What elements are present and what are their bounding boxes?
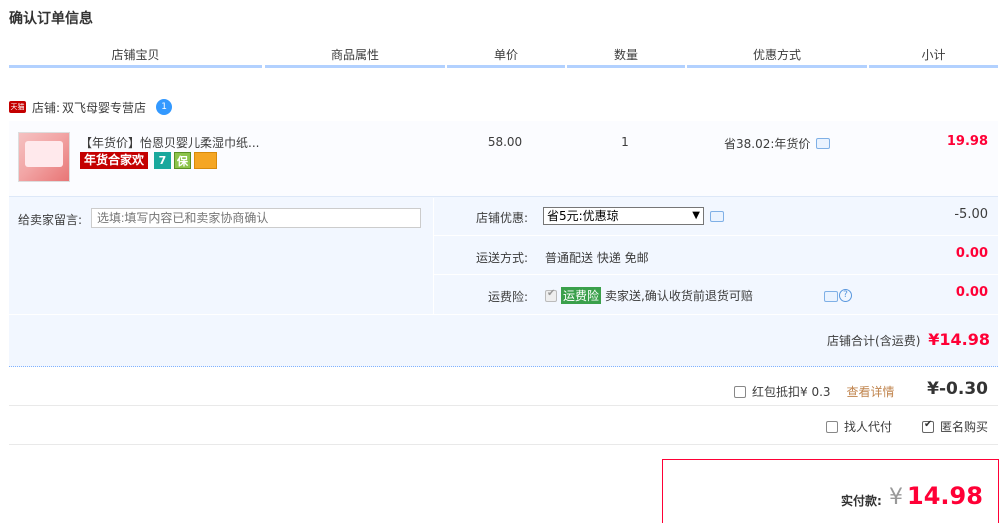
shop-discount-amount: -5.00	[954, 207, 988, 222]
proxy-pay-checkbox[interactable]	[826, 420, 838, 433]
card-payment-icon[interactable]	[194, 152, 217, 169]
panel-row-divider	[434, 235, 998, 236]
proxy-pay-option[interactable]: 找人代付	[826, 418, 892, 435]
payment-amount-wrap: ¥14.98	[889, 482, 983, 510]
insurance-info-icon[interactable]	[824, 291, 838, 302]
table-header: 店铺宝贝 商品属性 单价 数量 优惠方式 小计	[9, 44, 998, 68]
shipping-value: 普通配送 快递 免邮	[545, 251, 649, 265]
shop-discount-selected: 省5元:优惠琼	[547, 209, 619, 223]
insurance-tag: 运费险	[561, 287, 602, 304]
discount-text: 省38.02:年货价	[724, 137, 811, 151]
shipping-label: 运送方式:	[475, 251, 528, 265]
shop-discount-info-icon[interactable]	[710, 211, 724, 222]
payment-amount: 14.98	[907, 482, 983, 510]
divider	[9, 405, 998, 406]
payment-summary-box: 实付款: ¥14.98	[662, 459, 999, 523]
panel-row-divider	[9, 314, 998, 315]
shipping-amount: 0.00	[955, 246, 988, 261]
red-packet-detail-link[interactable]: 查看详情	[847, 383, 895, 400]
red-packet-label: 红包抵扣¥ 0.3	[752, 385, 831, 399]
message-label: 给卖家留言:	[18, 213, 83, 227]
column-header-attributes: 商品属性	[265, 44, 445, 68]
shop-row: 天猫 店铺: 双飞母婴专营店 1	[9, 97, 173, 117]
column-header-subtotal: 小计	[869, 44, 998, 68]
product-thumbnail[interactable]	[18, 132, 70, 182]
currency-symbol: ¥	[889, 485, 903, 510]
column-header-quantity: 数量	[567, 44, 685, 68]
shop-name-link[interactable]: 双飞母婴专营店	[62, 99, 146, 116]
column-header-discount: 优惠方式	[687, 44, 867, 68]
red-packet-amount: ¥-0.30	[927, 379, 988, 399]
page-title: 确认订单信息	[9, 11, 93, 27]
discount-info: 省38.02:年货价	[724, 135, 831, 152]
tmall-badge-icon: 天猫	[9, 101, 26, 113]
anonymous-buy-option[interactable]: 匿名购买	[922, 418, 988, 435]
shop-total: 店铺合计(含运费) ¥14.98	[760, 330, 990, 349]
shop-discount-select[interactable]: 省5元:优惠琼 ▼	[543, 207, 704, 225]
shop-total-amount: ¥14.98	[928, 330, 990, 349]
guarantee-icon[interactable]: 保	[174, 152, 191, 169]
insurance-row: 运费险 卖家送,确认收货前退货可赔	[545, 287, 753, 304]
promo-tag: 年货合家欢	[80, 152, 149, 169]
discount-info-icon[interactable]	[816, 138, 831, 149]
column-header-shop-item: 店铺宝贝	[9, 44, 262, 68]
help-icon[interactable]: ?	[839, 289, 852, 302]
proxy-pay-label: 找人代付	[844, 420, 893, 434]
insurance-checkbox[interactable]	[545, 288, 557, 302]
seven-day-return-icon[interactable]: 7	[154, 152, 171, 169]
divider	[9, 444, 998, 445]
unit-price: 58.00	[487, 135, 523, 149]
wangwang-chat-icon[interactable]: 1	[156, 99, 173, 115]
red-packet-row: 红包抵扣¥ 0.3 查看详情	[734, 383, 895, 400]
item-subtotal: 19.98	[946, 134, 988, 149]
shop-total-label: 店铺合计(含运费)	[827, 334, 921, 348]
column-header-unit-price: 单价	[447, 44, 565, 68]
red-packet-checkbox[interactable]	[734, 385, 746, 398]
panel-row-divider	[434, 274, 998, 275]
insurance-label: 运费险:	[487, 290, 528, 304]
dropdown-arrow-icon: ▼	[692, 210, 700, 221]
payment-label: 实付款:	[841, 494, 882, 508]
quantity: 1	[621, 135, 629, 149]
insurance-amount: 0.00	[955, 285, 988, 300]
product-name-link[interactable]: 【年货价】怡恩贝婴儿柔湿巾纸...	[80, 134, 259, 151]
insurance-desc: 卖家送,确认收货前退货可赔	[605, 289, 753, 303]
anonymous-buy-label: 匿名购买	[940, 420, 989, 434]
shop-discount-label: 店铺优惠:	[475, 211, 528, 225]
anonymous-buy-checkbox[interactable]	[922, 419, 934, 433]
message-input[interactable]	[91, 208, 421, 228]
shop-label: 店铺:	[32, 100, 61, 115]
